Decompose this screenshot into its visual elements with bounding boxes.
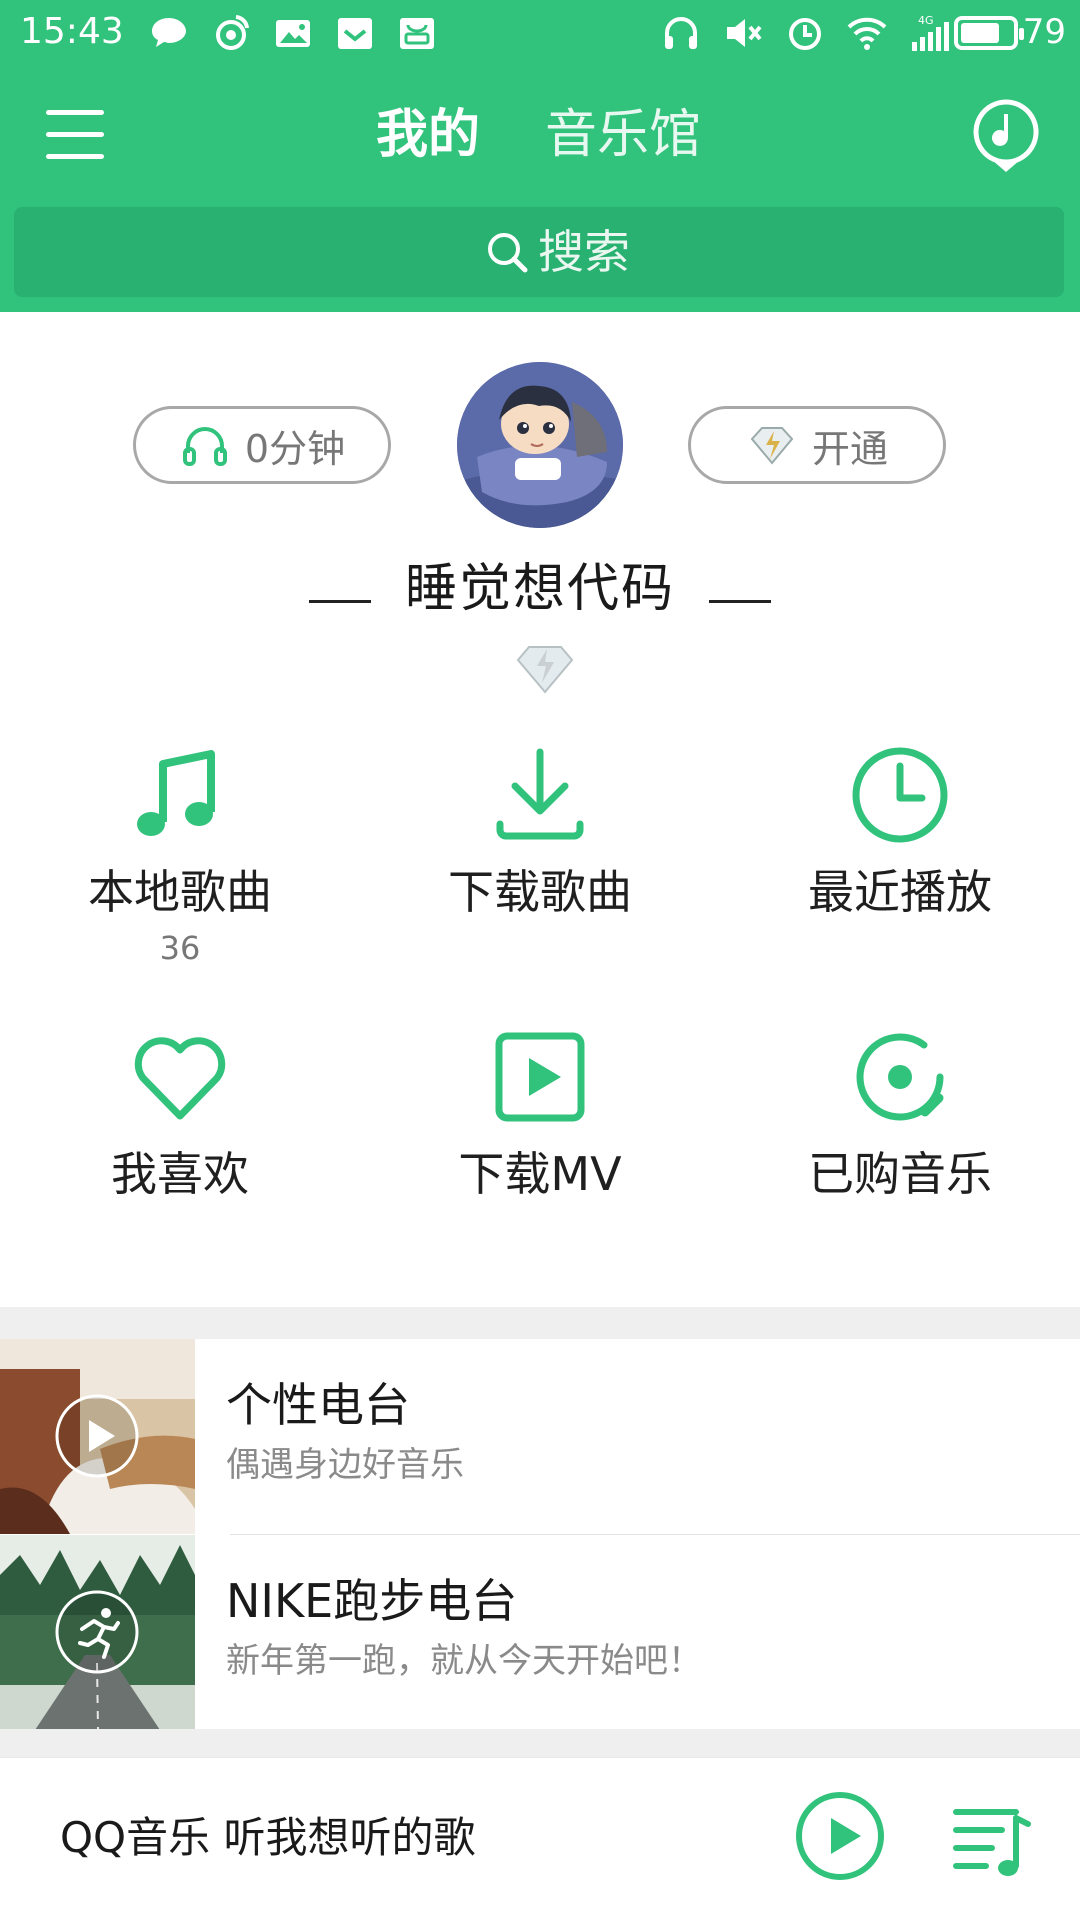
playlist-icon[interactable]	[950, 1798, 1034, 1882]
search-icon	[488, 233, 528, 273]
radio-subtitle: 偶遇身边好音乐	[226, 1445, 464, 1485]
radio-icon[interactable]	[970, 96, 1042, 178]
alarm-icon	[789, 18, 821, 50]
mail-notify-icon	[338, 18, 372, 49]
runner-icon	[55, 1590, 139, 1674]
diamond-icon	[750, 427, 794, 465]
notification-icons	[148, 12, 438, 54]
network-type-label: 4G	[918, 14, 934, 27]
radio-title: 个性电台	[226, 1378, 410, 1432]
mv-play-icon	[495, 1032, 585, 1122]
battery-icon	[954, 16, 1024, 50]
grid-label: 已购音乐	[808, 1147, 992, 1201]
radio-nike-running[interactable]: NIKE跑步电台 新年第一跑，就从今天开始吧！	[0, 1535, 1080, 1730]
username-left-dash	[308, 600, 371, 603]
grid-local-songs[interactable]: 本地歌曲 36	[20, 740, 340, 968]
listen-time-pill[interactable]: 0分钟	[133, 406, 391, 484]
avatar[interactable]	[457, 362, 623, 528]
section-divider	[0, 1729, 1080, 1757]
listen-time-label: 0分钟	[244, 426, 346, 471]
navbar: 我的 音乐馆	[0, 66, 1080, 206]
hamburger-icon[interactable]	[46, 106, 104, 164]
system-icons: 4G	[660, 12, 950, 54]
header: 15:43 4G 79 我的 音乐馆 搜索	[0, 0, 1080, 312]
grid-label: 我喜欢	[111, 1147, 249, 1201]
play-circle-icon	[55, 1394, 139, 1478]
app-notify-icon	[400, 18, 434, 49]
search-placeholder: 搜索	[538, 225, 630, 279]
status-time: 15:43	[20, 11, 124, 52]
music-note-icon	[137, 750, 215, 836]
section-divider	[0, 1307, 1080, 1339]
battery-percent: 79	[1022, 12, 1066, 52]
grid-purchased-music[interactable]: 已购音乐	[740, 1022, 1060, 1204]
vip-open-pill[interactable]: 开通	[688, 406, 946, 484]
chat-bubble-icon	[152, 18, 186, 47]
username-row: 睡觉想代码	[0, 556, 1080, 626]
grid-favorites[interactable]: 我喜欢	[20, 1022, 340, 1204]
download-icon	[496, 748, 584, 840]
radio-title: NIKE跑步电台	[226, 1574, 518, 1628]
radio-subtitle: 新年第一跑，就从今天开始吧！	[226, 1641, 702, 1681]
battery-fill	[961, 23, 1000, 43]
radio-personal[interactable]: 个性电台 偶遇身边好音乐	[0, 1339, 1080, 1534]
radio-nike-thumbnail	[0, 1535, 195, 1730]
grid-label: 下载歌曲	[448, 865, 632, 919]
heart-icon	[134, 1037, 226, 1120]
disc-icon	[856, 1033, 944, 1121]
grid-downloaded-mv[interactable]: 下载MV	[380, 1022, 700, 1204]
local-songs-count: 36	[159, 929, 201, 967]
image-notify-icon	[276, 20, 310, 47]
grid-downloaded-songs[interactable]: 下载歌曲	[380, 740, 700, 922]
username-right-dash	[709, 600, 771, 603]
headphones-icon	[665, 17, 697, 49]
status-bar: 15:43 4G 79	[0, 0, 1080, 66]
search-input[interactable]: 搜索	[14, 207, 1064, 297]
vip-badge-icon[interactable]	[512, 640, 578, 698]
grid-label: 本地歌曲	[88, 865, 272, 919]
radio-personal-thumbnail	[0, 1339, 195, 1534]
tab-mine[interactable]: 我的	[376, 102, 480, 168]
wifi-icon	[847, 17, 887, 50]
weibo-icon	[216, 15, 249, 50]
grid-recent-played[interactable]: 最近播放	[740, 740, 1060, 922]
username[interactable]: 睡觉想代码	[405, 556, 675, 622]
headphones-icon	[182, 427, 227, 466]
signal-icon: 4G	[912, 14, 949, 51]
play-icon[interactable]	[794, 1790, 886, 1882]
grid-label: 最近播放	[808, 865, 992, 919]
player-track-text: QQ音乐 听我想听的歌	[60, 1813, 476, 1862]
vip-open-label: 开通	[811, 426, 888, 471]
mute-icon	[727, 19, 762, 47]
mini-player[interactable]: QQ音乐 听我想听的歌	[0, 1757, 1080, 1920]
tab-music-hall[interactable]: 音乐馆	[545, 102, 701, 168]
clock-icon	[852, 747, 948, 843]
grid-label: 下载MV	[458, 1147, 622, 1201]
avatar-image	[457, 362, 623, 528]
